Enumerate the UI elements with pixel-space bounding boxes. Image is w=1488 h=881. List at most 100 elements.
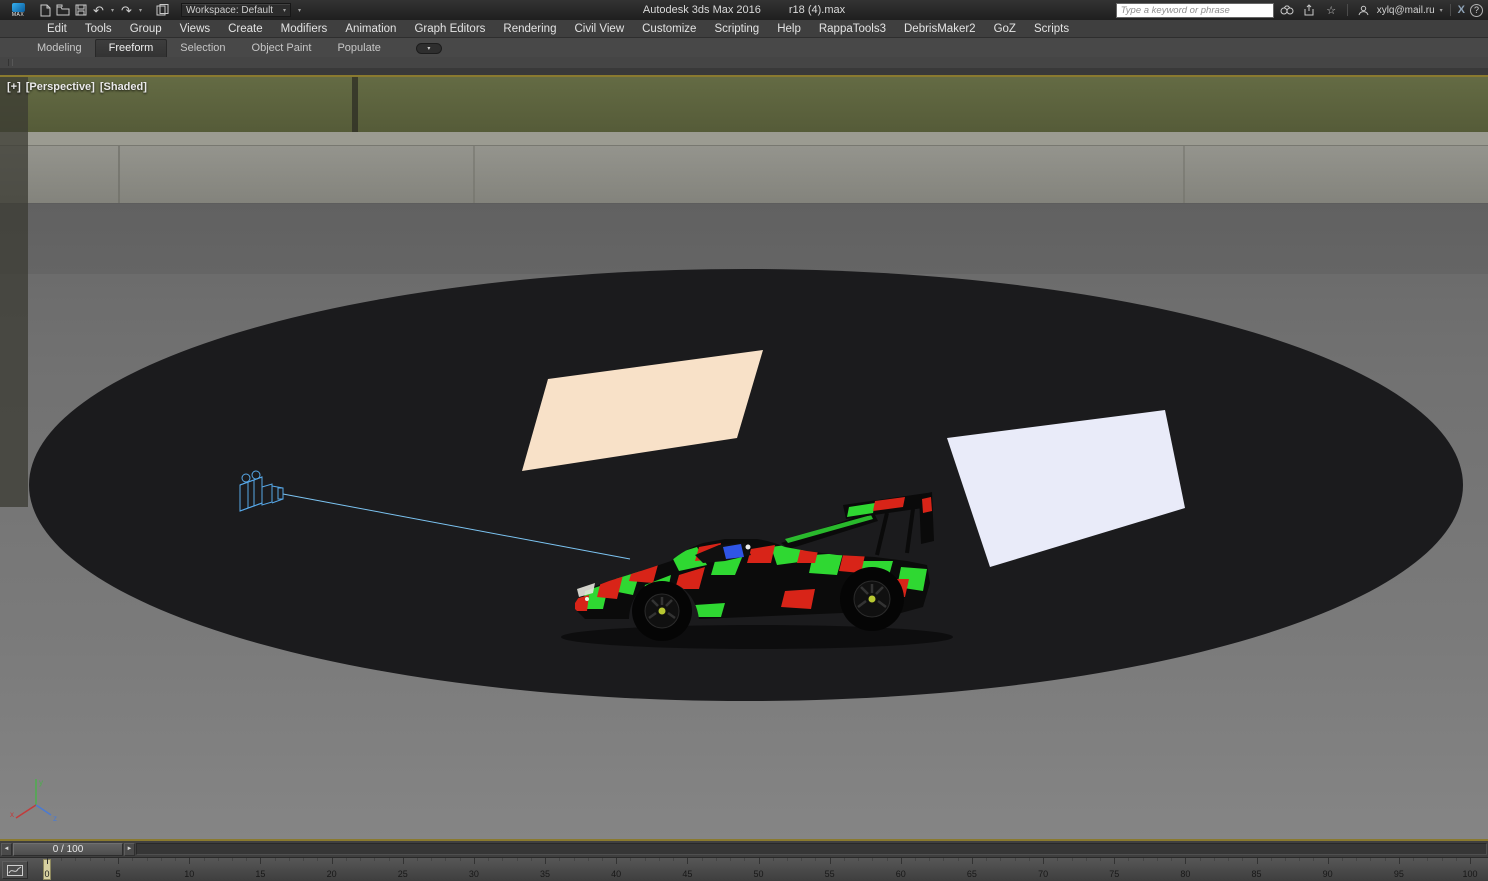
time-slider-track[interactable]	[136, 843, 1487, 855]
menu-modifiers[interactable]: Modifiers	[272, 20, 337, 37]
project-folder-button[interactable]	[154, 2, 171, 18]
trackbar-number: 15	[255, 869, 266, 879]
viewport-general-menu[interactable]: [+]	[7, 81, 21, 93]
mini-curve-editor-button[interactable]	[2, 861, 28, 879]
trackbar-tick	[488, 858, 490, 861]
menu-rappatools3[interactable]: RappaTools3	[810, 20, 895, 37]
trackbar-tick	[1313, 858, 1315, 861]
trackbar-number: 35	[540, 869, 551, 879]
trackbar-tick	[1413, 858, 1415, 861]
undo-button[interactable]: ↶	[90, 2, 107, 18]
trackbar-tick	[502, 858, 504, 861]
trackbar-tick	[601, 858, 603, 861]
chevron-down-icon: ▾	[427, 46, 431, 52]
viewport-canvas[interactable]: y x z	[0, 77, 1488, 839]
exchange-apps-icon[interactable]: X	[1458, 4, 1465, 16]
menu-scripts[interactable]: Scripts	[1025, 20, 1078, 37]
redo-history-dropdown[interactable]: ▾	[136, 2, 145, 18]
previous-frame-button[interactable]: ◄	[1, 842, 12, 856]
trackbar-tick	[260, 858, 262, 864]
search-icon[interactable]	[1279, 2, 1296, 18]
trackbar-tick	[1199, 858, 1201, 861]
trackbar-tick	[431, 858, 433, 861]
redo-button[interactable]: ↷	[118, 2, 135, 18]
menu-graph-editors[interactable]: Graph Editors	[405, 20, 494, 37]
menu-debrismaker2[interactable]: DebrisMaker2	[895, 20, 985, 37]
new-scene-button[interactable]	[36, 2, 53, 18]
menu-create[interactable]: Create	[219, 20, 272, 37]
tab-populate[interactable]: Populate	[324, 40, 393, 57]
trackbar-tick	[516, 858, 518, 861]
trackbar-tick	[559, 858, 561, 861]
trackbar-tick	[1228, 858, 1230, 861]
trackbar-tick	[89, 858, 91, 861]
trackbar-tick	[545, 858, 547, 864]
ribbon-minimize-toggle[interactable]: ▾	[415, 43, 442, 54]
trackbar-tick	[303, 858, 305, 861]
menu-views[interactable]: Views	[171, 20, 219, 37]
menu-group[interactable]: Group	[121, 20, 171, 37]
tab-freeform[interactable]: Freeform	[94, 39, 168, 57]
trackbar-tick	[1427, 858, 1429, 861]
chevron-down-icon[interactable]: ▾	[1440, 7, 1443, 14]
menu-rendering[interactable]: Rendering	[494, 20, 565, 37]
trackbar-tick	[246, 858, 248, 861]
perspective-viewport[interactable]: y x z [+] [Perspective] [Shaded]	[0, 75, 1488, 841]
trackbar-tick	[630, 858, 632, 861]
trackbar-tick	[644, 858, 646, 861]
trackbar-number: 50	[753, 869, 764, 879]
trackbar-tick	[1000, 858, 1002, 861]
viewport-pov-menu[interactable]: [Perspective]	[26, 81, 95, 93]
trackbar-number: 25	[397, 869, 408, 879]
trackbar-tick	[1156, 858, 1158, 861]
trackbar-ruler[interactable]: 0 5 10 15 20 25 30 35 40 45 50 55 60 65 70 75 80 85 90 95 10…	[0, 857, 1488, 881]
menu-help[interactable]: Help	[768, 20, 810, 37]
trackbar-number: 100	[1462, 869, 1478, 879]
open-file-button[interactable]	[54, 2, 71, 18]
menu-customize[interactable]: Customize	[633, 20, 705, 37]
menu-goz[interactable]: GoZ	[985, 20, 1025, 37]
menu-edit[interactable]: Edit	[38, 20, 76, 37]
user-email[interactable]: xylq@mail.ru	[1377, 5, 1435, 16]
trackbar-tick	[587, 858, 589, 861]
trackbar-tick	[957, 858, 959, 861]
trackbar-number: 10	[184, 869, 195, 879]
trackbar-tick	[402, 858, 404, 864]
trackbar-tick	[1398, 858, 1400, 864]
tab-object-paint[interactable]: Object Paint	[239, 40, 325, 57]
save-file-button[interactable]	[72, 2, 89, 18]
trackbar-tick	[1327, 858, 1329, 864]
trackbar-tick	[1142, 858, 1144, 861]
trackbar-number: 80	[1180, 869, 1191, 879]
user-account-icon[interactable]	[1355, 2, 1372, 18]
trackbar-tick	[900, 858, 902, 864]
favorites-star-icon[interactable]: ☆	[1323, 2, 1340, 18]
share-icon[interactable]	[1301, 2, 1318, 18]
menu-scripting[interactable]: Scripting	[705, 20, 768, 37]
trackbar-tick	[701, 858, 703, 861]
menu-animation[interactable]: Animation	[336, 20, 405, 37]
trackbar-tick	[331, 858, 333, 864]
trackbar-tick	[160, 858, 162, 861]
trackbar-tick	[416, 858, 418, 861]
undo-history-dropdown[interactable]: ▾	[108, 2, 117, 18]
trackbar-tick	[1213, 858, 1215, 861]
trackbar-tick	[1043, 858, 1045, 864]
workspace-options-button[interactable]: ▾	[293, 3, 306, 17]
window-title: Autodesk 3ds Max 2016 r18 (4).max	[643, 0, 845, 20]
next-frame-button[interactable]: ►	[124, 842, 135, 856]
time-slider-button[interactable]: 0 / 100	[13, 842, 123, 856]
menu-tools[interactable]: Tools	[76, 20, 121, 37]
tab-modeling[interactable]: Modeling	[24, 40, 95, 57]
trackbar-tick	[872, 858, 874, 861]
trackbar-tick	[388, 858, 390, 861]
workspace-selector[interactable]: Workspace: Default ▾	[181, 3, 291, 17]
viewport-shading-menu[interactable]: [Shaded]	[100, 81, 147, 93]
trackbar-tick	[1256, 858, 1258, 864]
menu-civil-view[interactable]: Civil View	[565, 20, 633, 37]
help-icon[interactable]: ?	[1470, 3, 1483, 17]
search-input[interactable]	[1115, 2, 1274, 18]
application-menu-button[interactable]: MAX	[5, 2, 31, 18]
tab-selection[interactable]: Selection	[167, 40, 238, 57]
undo-icon: ↶	[93, 2, 104, 18]
